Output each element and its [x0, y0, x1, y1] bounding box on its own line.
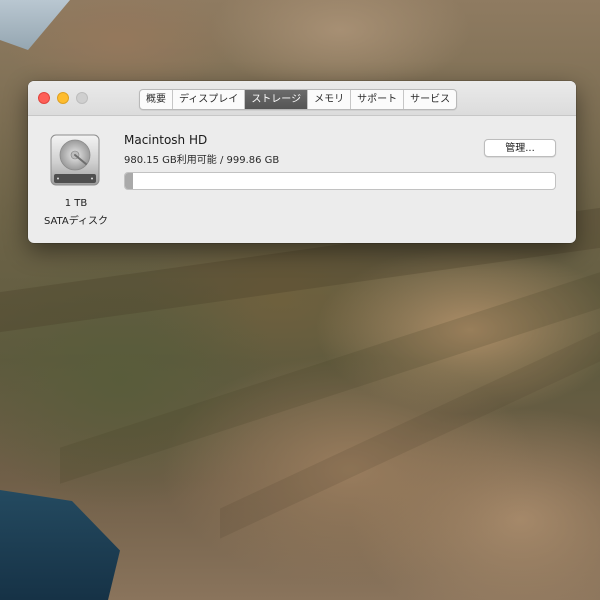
disk-usage-text: 980.15 GB利用可能 / 999.86 GB	[124, 155, 280, 166]
about-this-mac-window: 概要 ディスプレイ ストレージ メモリ サポート サービス 1 TB SATAデ…	[28, 81, 576, 243]
manage-button[interactable]: 管理...	[484, 139, 556, 157]
tab-support[interactable]: サポート	[351, 90, 405, 109]
storage-used-segment	[125, 173, 134, 189]
desktop-wallpaper: 概要 ディスプレイ ストレージ メモリ サポート サービス 1 TB SATAデ…	[0, 0, 600, 600]
zoom-button[interactable]	[76, 92, 88, 104]
tab-overview[interactable]: 概要	[140, 90, 173, 109]
sea-area	[0, 490, 120, 600]
sky-area	[0, 0, 70, 50]
disk-name: Macintosh HD	[124, 133, 208, 147]
tab-service[interactable]: サービス	[404, 90, 456, 109]
tab-memory[interactable]: メモリ	[308, 90, 352, 109]
tab-bar: 概要 ディスプレイ ストレージ メモリ サポート サービス	[139, 89, 458, 110]
title-bar: 概要 ディスプレイ ストレージ メモリ サポート サービス	[28, 81, 576, 116]
hard-drive-icon	[50, 134, 100, 186]
tab-displays[interactable]: ディスプレイ	[173, 90, 246, 109]
storage-usage-bar	[124, 172, 556, 190]
disk-type-label: SATAディスク	[43, 216, 109, 227]
minimize-button[interactable]	[57, 92, 69, 104]
storage-panel: 1 TB SATAディスク Macintosh HD 980.15 GB利用可能…	[28, 116, 576, 243]
close-button[interactable]	[38, 92, 50, 104]
disk-capacity-label: 1 TB	[64, 198, 88, 209]
tab-storage[interactable]: ストレージ	[245, 90, 309, 109]
